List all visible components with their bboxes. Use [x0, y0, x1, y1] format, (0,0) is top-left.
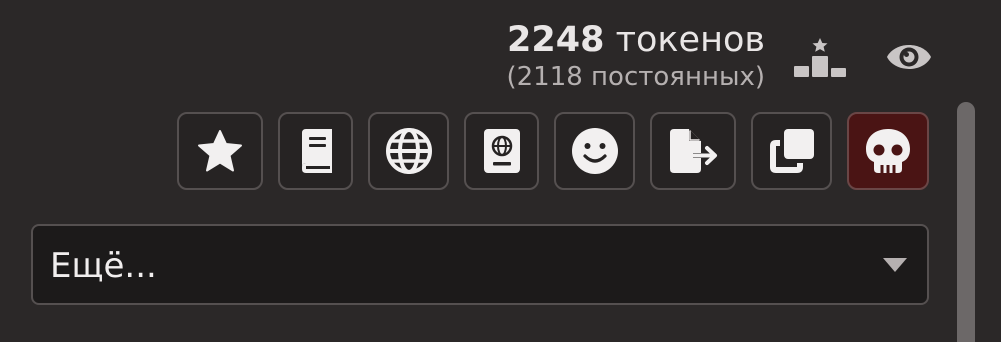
skull-icon	[866, 129, 910, 173]
world-info-button[interactable]	[368, 112, 449, 190]
clone-icon	[769, 129, 814, 173]
delete-button[interactable]	[847, 112, 929, 190]
book-icon	[301, 129, 332, 173]
character-panel: 2248 токенов (2118 постоянных) Ещё...	[0, 0, 1001, 342]
more-options-select[interactable]: Ещё...	[31, 224, 929, 305]
token-count-label: токенов	[604, 20, 765, 60]
podium-stats-icon[interactable]	[794, 36, 846, 80]
more-options-label: Ещё...	[50, 246, 157, 286]
token-count-number: 2248	[507, 20, 605, 60]
book-button[interactable]	[278, 112, 353, 190]
file-export-icon	[670, 129, 717, 173]
dropdown-arrow-icon	[883, 258, 907, 272]
character-action-buttons	[0, 112, 1001, 192]
eye-icon[interactable]	[885, 37, 933, 77]
emotion-button[interactable]	[554, 112, 635, 190]
smiley-icon	[571, 128, 618, 174]
star-icon	[198, 130, 242, 172]
favorite-button[interactable]	[177, 112, 263, 190]
scrollbar-thumb[interactable]	[957, 102, 975, 342]
globe-icon	[385, 128, 432, 174]
permanent-token-count: (2118 постоянных)	[506, 62, 765, 92]
passport-icon	[483, 129, 520, 173]
persona-button[interactable]	[464, 112, 539, 190]
token-count: 2248 токенов	[507, 18, 765, 62]
export-button[interactable]	[650, 112, 736, 190]
duplicate-button[interactable]	[751, 112, 832, 190]
